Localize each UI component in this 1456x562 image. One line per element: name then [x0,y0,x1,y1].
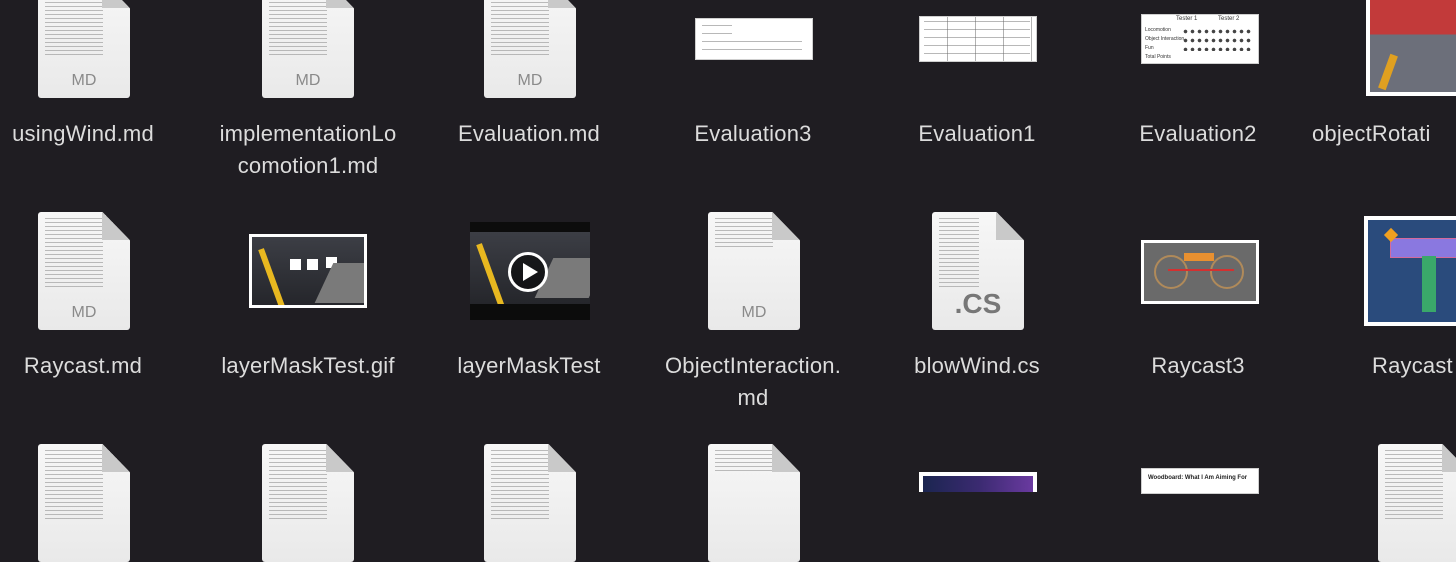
markdown-file-icon[interactable] [708,444,800,562]
file-name: layerMaskTest.gif [221,353,395,378]
file-name: Evaluation3 [694,121,812,146]
markdown-file-icon[interactable] [484,444,576,562]
image-thumbnail [919,16,1037,62]
markdown-file-icon[interactable] [38,444,130,562]
file-name: Raycast [1372,353,1453,378]
gif-thumbnail [249,234,367,308]
file-name-line2: comotion1.md [237,153,379,178]
markdown-file-icon: MD [484,0,576,98]
file-name-line1: implementationLo [219,121,397,146]
file-name-line2: md [737,385,769,410]
markdown-file-icon[interactable] [262,444,354,562]
file-name: Raycast.md [23,353,143,378]
markdown-file-icon: MD [708,212,800,330]
file-name: blowWind.cs [914,353,1040,378]
markdown-file-icon[interactable] [1378,444,1456,562]
play-icon[interactable] [508,252,548,292]
file-name-line1: ObjectInteraction. [664,353,842,378]
image-thumbnail [1366,0,1456,96]
file-name: Evaluation1 [918,121,1036,146]
image-thumbnail[interactable]: Woodboard: What I Am Aiming For [1141,468,1259,494]
markdown-file-icon: MD [38,212,130,330]
file-name: usingWind.md [12,121,154,146]
image-thumbnail: Tester 1 Tester 2 Locomotion Object Inte… [1141,14,1259,64]
file-name: Raycast3 [1151,353,1245,378]
file-name: Evaluation.md [457,121,600,146]
markdown-file-icon: MD [38,0,130,98]
image-thumbnail [1141,240,1259,304]
video-thumbnail [470,222,590,320]
file-name: objectRotati [1312,121,1431,146]
file-name: layerMaskTest [457,353,601,378]
file-name: Evaluation2 [1139,121,1257,146]
image-thumbnail [1364,216,1456,326]
image-thumbnail[interactable] [919,472,1037,492]
markdown-file-icon: MD [262,0,354,98]
image-thumbnail [695,18,813,60]
csharp-file-icon: .CS [932,212,1024,330]
